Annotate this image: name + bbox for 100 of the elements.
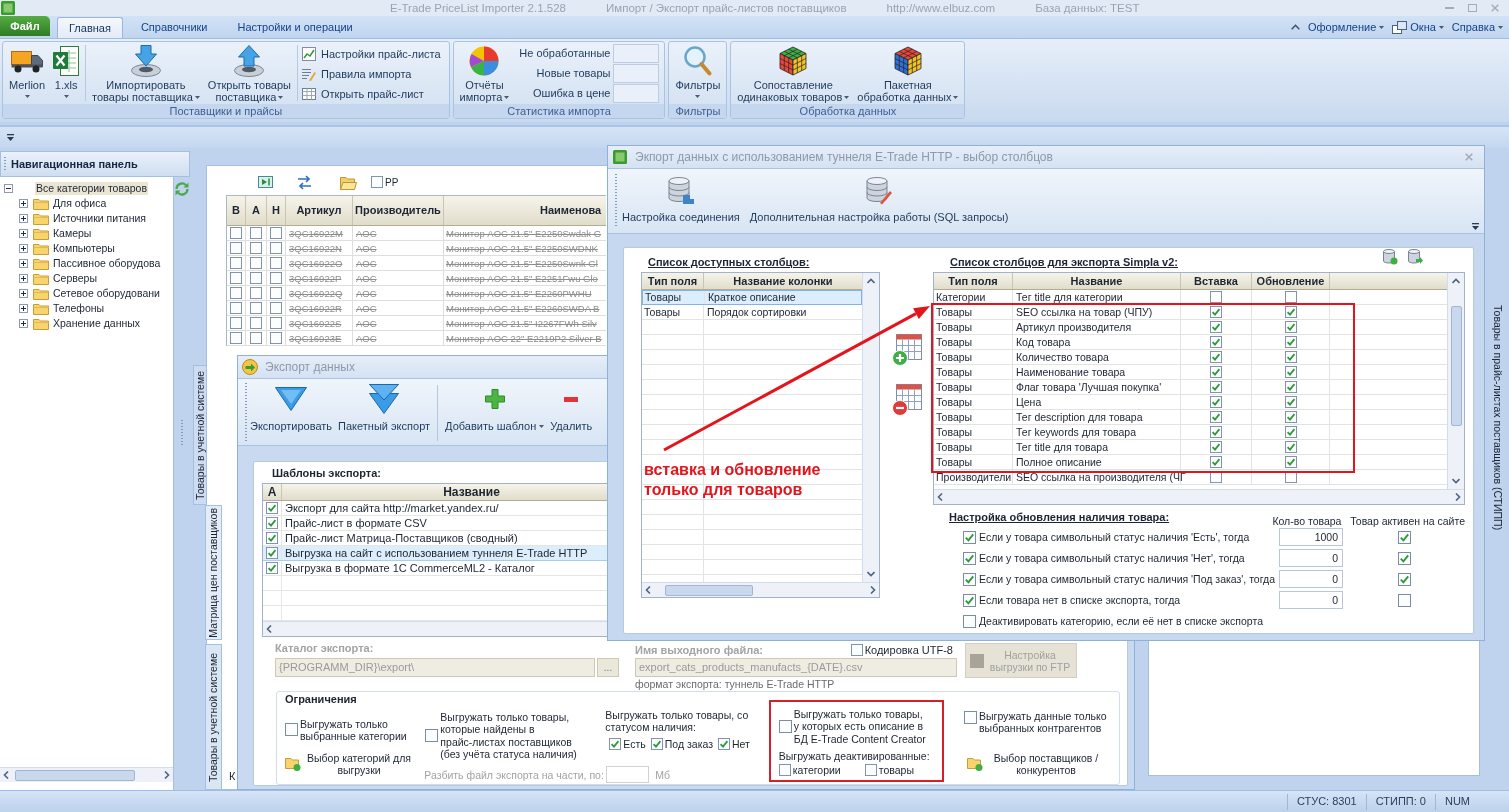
checkbox[interactable] xyxy=(250,242,262,254)
checkbox[interactable] xyxy=(1284,366,1297,378)
checkbox[interactable] xyxy=(1397,593,1411,607)
checkbox[interactable] xyxy=(250,227,262,239)
checkbox[interactable] xyxy=(270,317,282,329)
quantity-field[interactable]: 1000 xyxy=(1279,528,1343,546)
checkbox[interactable] xyxy=(1210,426,1222,438)
checkbox[interactable] xyxy=(230,287,242,299)
ribbon-button[interactable]: Сопоставление одинаковых товаров xyxy=(733,42,854,103)
checkbox[interactable] xyxy=(1284,426,1297,438)
scroll-thumb[interactable] xyxy=(15,769,135,781)
checkbox[interactable] xyxy=(1284,441,1297,453)
checkbox[interactable] xyxy=(250,332,262,344)
ribbon-button[interactable]: Фильтры xyxy=(671,42,725,101)
checkbox[interactable] xyxy=(266,547,278,559)
toolbar-button[interactable]: Настройка соединения xyxy=(617,174,745,224)
checkbox[interactable] xyxy=(270,302,282,314)
tree-item[interactable]: Для офиса xyxy=(52,197,108,210)
tree-item[interactable]: Все категории товаров xyxy=(35,182,148,195)
checkbox[interactable] xyxy=(1210,396,1222,408)
menu-button[interactable]: Оформление xyxy=(1308,20,1385,34)
checkbox[interactable] xyxy=(963,614,976,628)
ribbon-small-button[interactable]: Открыть прайс-лист xyxy=(300,84,443,104)
table-row[interactable]: Товары Краткое описание xyxy=(642,290,862,305)
checkbox[interactable] xyxy=(270,227,282,239)
expand-icon[interactable] xyxy=(19,304,28,313)
checkbox[interactable] xyxy=(230,257,242,269)
quantity-field[interactable]: 0 xyxy=(1279,549,1343,567)
checkbox[interactable] xyxy=(230,272,242,284)
tree-item[interactable]: Телефоны xyxy=(52,302,106,315)
checkbox[interactable] xyxy=(1210,471,1222,483)
tree-item[interactable]: Сетевое оборудовани xyxy=(52,287,161,300)
checkbox[interactable] xyxy=(425,729,439,743)
checkbox[interactable] xyxy=(1210,456,1222,468)
ribbon-tab[interactable]: Справочники xyxy=(128,17,220,38)
tree-item[interactable]: Пассивное оборудова xyxy=(52,257,162,270)
checkbox[interactable] xyxy=(964,711,977,724)
quantity-field[interactable]: 0 xyxy=(1279,570,1343,588)
add-column-button[interactable] xyxy=(891,334,922,366)
menu-button[interactable]: Справка xyxy=(1451,20,1503,34)
file-menu-button[interactable]: Файл xyxy=(0,16,50,36)
collapse-icon[interactable] xyxy=(4,184,13,193)
tree-item[interactable]: Хранение данных xyxy=(52,317,142,330)
checkbox[interactable] xyxy=(1210,291,1222,303)
expand-icon[interactable] xyxy=(19,229,28,238)
scroll-thumb[interactable] xyxy=(1450,306,1462,426)
horizontal-scrollbar[interactable] xyxy=(934,489,1464,504)
checkbox[interactable] xyxy=(1210,381,1222,393)
expand-icon[interactable] xyxy=(19,319,28,328)
checkbox[interactable] xyxy=(718,737,730,750)
checkbox[interactable] xyxy=(230,317,242,329)
checkbox[interactable] xyxy=(250,272,262,284)
vertical-scrollbar[interactable] xyxy=(862,273,879,582)
checkbox[interactable] xyxy=(1210,306,1222,318)
checkbox[interactable] xyxy=(266,562,278,574)
checkbox[interactable] xyxy=(963,530,976,544)
checkbox[interactable] xyxy=(963,572,976,586)
checkbox[interactable] xyxy=(778,719,792,733)
checkbox[interactable] xyxy=(963,593,976,607)
checkbox[interactable] xyxy=(270,287,282,299)
expand-icon[interactable] xyxy=(19,214,28,223)
checkbox[interactable] xyxy=(1284,291,1297,303)
checkbox[interactable] xyxy=(1284,381,1297,393)
checkbox[interactable] xyxy=(230,302,242,314)
checkbox[interactable] xyxy=(1397,572,1411,586)
horizontal-scrollbar[interactable] xyxy=(0,767,173,782)
toolbar-button[interactable]: Удалить xyxy=(547,383,596,443)
side-tab[interactable]: Товары в учетной системе xyxy=(193,365,207,505)
checkbox[interactable] xyxy=(250,257,262,269)
remove-column-button[interactable] xyxy=(891,384,922,416)
expand-icon[interactable] xyxy=(19,199,28,208)
toolbar-button[interactable]: Пакетный экспорт xyxy=(335,383,434,443)
checkbox[interactable] xyxy=(1397,551,1411,565)
checkbox[interactable] xyxy=(1284,336,1297,348)
checkbox[interactable] xyxy=(963,551,976,565)
checkbox[interactable] xyxy=(1210,336,1222,348)
checkbox[interactable] xyxy=(371,176,383,188)
ribbon-tab[interactable]: Главная xyxy=(57,17,123,38)
checkbox[interactable] xyxy=(266,502,278,514)
tree-item[interactable]: Камеры xyxy=(52,227,93,240)
ribbon-small-button[interactable]: Правила импорта xyxy=(300,64,443,84)
quantity-field[interactable]: 0 xyxy=(1279,591,1343,609)
checkbox[interactable] xyxy=(1284,396,1297,408)
checkbox[interactable] xyxy=(1397,530,1411,544)
checkbox[interactable] xyxy=(230,332,242,344)
menu-button[interactable]: Окна xyxy=(1392,20,1444,34)
ribbon-button[interactable]: Отчёты импорта xyxy=(455,42,514,103)
choose-categories-button[interactable]: Выбор категорий для выгрузки xyxy=(285,751,415,777)
expand-icon[interactable] xyxy=(19,289,28,298)
checkbox[interactable] xyxy=(270,272,282,284)
tree-item[interactable]: Серверы xyxy=(52,272,98,285)
checkbox[interactable] xyxy=(230,227,242,239)
toolbar-button[interactable]: Экспортировать xyxy=(247,383,336,443)
input-field[interactable] xyxy=(606,766,650,784)
expand-icon[interactable] xyxy=(19,259,28,268)
checkbox[interactable] xyxy=(250,302,262,314)
ribbon-small-button[interactable]: Настройки прайс-листа xyxy=(300,44,443,64)
scroll-thumb[interactable] xyxy=(665,584,753,596)
close-button[interactable] xyxy=(1462,150,1476,164)
toolbar-button[interactable]: Добавить шаблон xyxy=(442,383,548,443)
